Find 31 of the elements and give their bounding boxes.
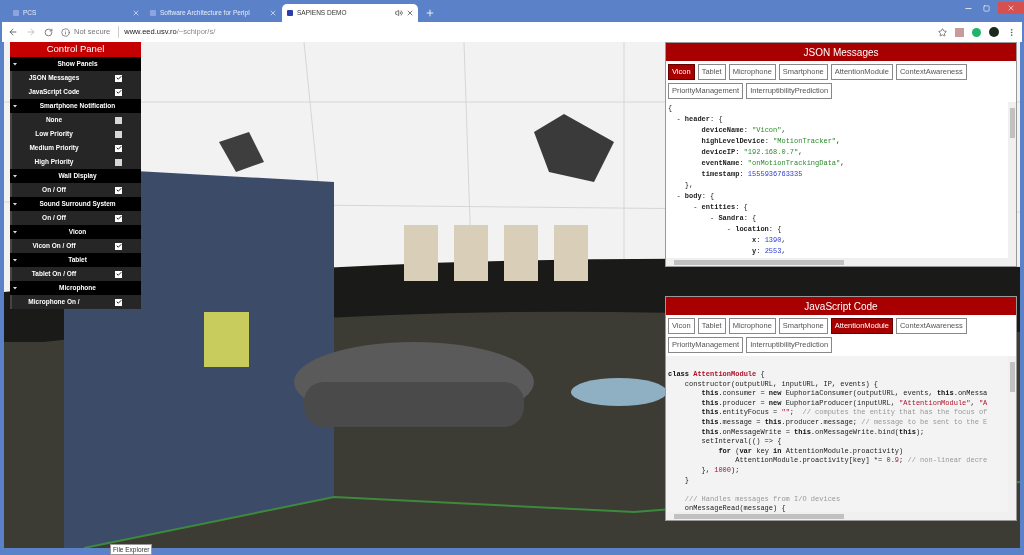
favicon-icon <box>149 9 157 17</box>
checkbox[interactable] <box>115 298 122 306</box>
checkbox[interactable] <box>115 130 122 138</box>
checkbox[interactable] <box>115 186 122 194</box>
close-icon[interactable] <box>406 9 414 17</box>
checkbox[interactable] <box>115 214 122 222</box>
maximize-icon[interactable] <box>983 4 990 12</box>
reload-icon[interactable] <box>44 27 53 37</box>
checkbox[interactable] <box>115 144 122 152</box>
close-window-button[interactable] <box>998 2 1024 14</box>
favicon-icon <box>12 9 20 17</box>
new-tab-icon[interactable] <box>425 8 435 18</box>
bookmark-star-icon[interactable] <box>938 27 947 37</box>
close-icon <box>1007 4 1015 12</box>
back-icon[interactable] <box>8 27 18 37</box>
menu-icon[interactable] <box>1007 27 1016 37</box>
scrollbar[interactable] <box>666 512 1016 520</box>
panel-title: JavaScript Code <box>666 297 1016 315</box>
avatar-icon[interactable] <box>989 27 999 37</box>
checkbox[interactable] <box>115 242 122 250</box>
panel-title: JSON Messages <box>666 43 1016 61</box>
info-icon[interactable] <box>61 27 70 37</box>
scrollbar[interactable] <box>666 258 1016 266</box>
checkbox[interactable] <box>115 74 122 82</box>
checkbox[interactable] <box>115 270 122 278</box>
checkbox[interactable] <box>115 116 122 124</box>
favicon-icon <box>286 9 294 17</box>
panel-title: Control Panel <box>10 42 141 57</box>
checkbox[interactable] <box>115 158 122 166</box>
checkbox[interactable] <box>115 88 122 96</box>
scrollbar[interactable] <box>1008 102 1016 258</box>
